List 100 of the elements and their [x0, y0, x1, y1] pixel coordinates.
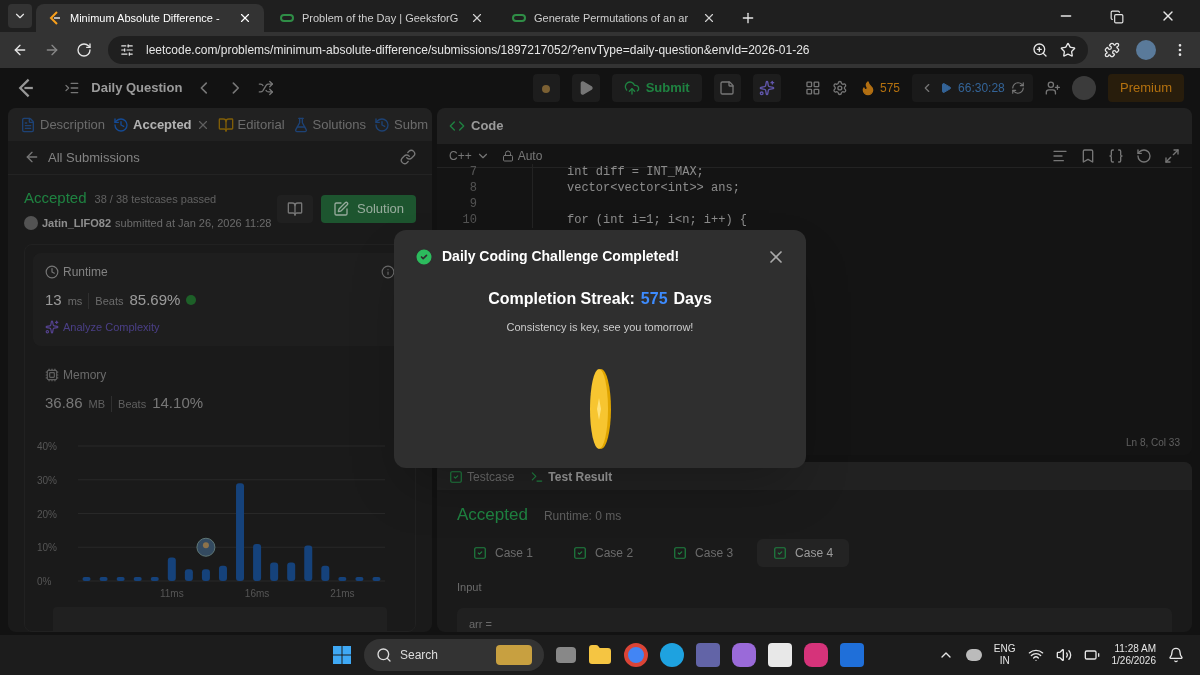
axis-label: 16ms	[244, 588, 270, 599]
profile-avatar[interactable]	[1136, 40, 1156, 60]
memory-value: 36.86	[45, 392, 83, 413]
dialog-title: Daily Coding Challenge Completed!	[442, 247, 681, 266]
avatar-marker[interactable]	[196, 537, 216, 557]
leetcode-logo-icon[interactable]	[16, 78, 36, 98]
line-number: 10	[461, 212, 477, 228]
chart-bar	[304, 545, 313, 581]
case-tab[interactable]: Case 4	[757, 539, 850, 567]
notification-icon[interactable]	[1168, 647, 1184, 663]
panel-tab[interactable]: Editorial	[217, 114, 285, 135]
submit-button[interactable]: Submit	[611, 74, 702, 102]
bookmark-icon[interactable]	[1080, 147, 1096, 164]
windows-start-icon[interactable]	[332, 645, 352, 665]
chart-bar	[355, 576, 364, 581]
run-button[interactable]	[572, 74, 600, 102]
panel-tab[interactable]: Accepted	[113, 114, 210, 135]
link-icon[interactable]	[400, 149, 416, 166]
streak-count: 575	[640, 289, 668, 309]
browser-tab[interactable]: Problem of the Day | GeeksforG	[268, 4, 496, 32]
volume-icon[interactable]	[1055, 647, 1072, 663]
clock-icon	[45, 264, 59, 279]
tab-title: Generate Permutations of an ar	[534, 10, 690, 26]
reset-icon[interactable]	[1136, 147, 1152, 164]
editorial-button[interactable]	[277, 195, 313, 223]
tab-list-button[interactable]	[8, 4, 32, 28]
chart-bar	[321, 565, 330, 581]
address-field[interactable]: leetcode.com/problems/minimum-absolute-difference/submissions/1897217052/?envType=daily-question&envId=2026-01-26	[108, 36, 1088, 64]
bookmark-star-icon[interactable]	[1060, 42, 1076, 58]
expand-icon[interactable]	[1164, 147, 1180, 164]
site-info-icon[interactable]	[120, 43, 134, 57]
flask-icon	[292, 116, 309, 133]
leetcode-logo-icon	[48, 11, 62, 25]
solution-button[interactable]: Solution	[321, 195, 416, 223]
username[interactable]: Jatin_LIFO82	[42, 215, 112, 232]
ai-button[interactable]	[753, 74, 781, 102]
info-icon[interactable]	[381, 264, 395, 279]
streak-label: Completion Streak:	[488, 289, 635, 309]
runtime-value: 13	[45, 289, 62, 310]
list-icon[interactable]	[63, 80, 80, 96]
browser-tab[interactable]: Minimum Absolute Difference -	[36, 4, 264, 32]
language-selector[interactable]: C++	[449, 146, 490, 165]
premium-button[interactable]: Premium	[1108, 74, 1184, 102]
shuffle-icon[interactable]	[257, 80, 274, 96]
panel-tab[interactable]: Subm	[374, 114, 428, 135]
url-text: leetcode.com/problems/minimum-absolute-difference/submissions/1897217052/?envType=daily-question&envId=2026-01-26	[146, 42, 811, 59]
all-submissions-link[interactable]: All Submissions	[48, 147, 140, 168]
restore-icon[interactable]	[1110, 10, 1124, 24]
notes-button[interactable]	[713, 74, 742, 102]
history-icon	[374, 116, 390, 133]
play-icon	[940, 82, 953, 94]
close-icon[interactable]	[470, 11, 484, 25]
badge-icon	[186, 294, 197, 305]
layout-icon[interactable]	[804, 80, 821, 96]
checkbox-icon	[449, 469, 463, 484]
panel-tab[interactable]: Testcase	[449, 467, 515, 486]
coin-icon	[589, 367, 611, 450]
reload-icon[interactable]	[76, 42, 92, 58]
language-indicator[interactable]: ENG	[993, 643, 1016, 655]
panel-title: Code	[471, 117, 504, 136]
case-tab[interactable]: Case 2	[557, 539, 650, 567]
battery-icon[interactable]	[1083, 647, 1100, 663]
clock-time[interactable]: 11:28 AM	[1114, 643, 1156, 655]
input-label: Input	[457, 580, 483, 595]
panel-tab[interactable]: Solutions	[292, 114, 366, 135]
problem-list-title[interactable]: Daily Question	[91, 78, 183, 98]
panel-tab[interactable]: Test Result	[530, 467, 613, 486]
panel-tab[interactable]: Description	[20, 114, 106, 135]
flame-icon[interactable]	[860, 80, 876, 96]
region-indicator[interactable]: IN	[999, 655, 1010, 667]
zoom-icon[interactable]	[1032, 42, 1048, 58]
user-avatar[interactable]	[24, 216, 38, 231]
braces-icon[interactable]	[1108, 147, 1124, 164]
search-field[interactable]: Search	[364, 639, 544, 671]
beats-percent: 85.69%	[129, 289, 181, 310]
axis-label: 11ms	[159, 588, 184, 599]
new-tab-icon[interactable]	[740, 10, 756, 26]
extensions-icon[interactable]	[1104, 42, 1120, 58]
settings-icon[interactable]	[832, 80, 848, 96]
runtime-unit: ms	[67, 292, 90, 309]
case-tab[interactable]: Case 3	[657, 539, 750, 567]
debug-button[interactable]	[532, 74, 561, 102]
case-tab[interactable]: Case 1	[457, 539, 550, 567]
cursor-position: Ln 8, Col 33	[1126, 436, 1181, 450]
close-icon[interactable]	[238, 11, 252, 25]
clock-date[interactable]: 1/26/2026	[1111, 655, 1156, 667]
history-icon	[113, 116, 130, 133]
forward-icon[interactable]	[44, 42, 60, 58]
back-icon[interactable]	[12, 42, 28, 58]
streak-unit: Days	[673, 289, 712, 309]
wifi-icon[interactable]	[1027, 647, 1044, 663]
browser-tab[interactable]: Generate Permutations of an ar	[500, 4, 728, 32]
timer-control[interactable]: 66:30:28	[912, 74, 1033, 102]
add-user-icon[interactable]	[1044, 80, 1061, 96]
code-line: for (int i=1; i<n; i++) {	[567, 212, 748, 228]
folder-icon[interactable]	[588, 643, 612, 667]
axis-label: 30%	[37, 474, 57, 486]
runtime-text: Runtime: 0 ms	[543, 507, 622, 525]
testcases-text: 38 / 38 testcases passed	[94, 191, 217, 207]
close-icon[interactable]	[702, 11, 716, 25]
